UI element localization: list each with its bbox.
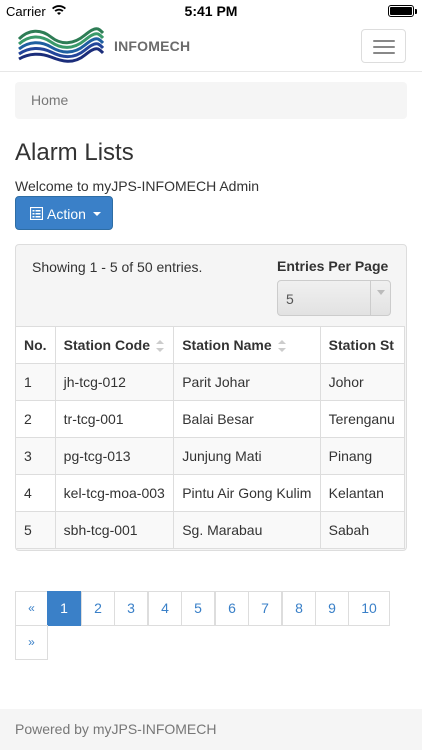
table-row[interactable]: 3 pg-tcg-013 Junjung Mati Pinang bbox=[16, 437, 406, 475]
table-row[interactable]: 2 tr-tcg-001 Balai Besar Terenganu bbox=[16, 400, 406, 438]
cell-station-name: Balai Besar bbox=[173, 400, 321, 438]
header-station-code[interactable]: Station Code bbox=[54, 326, 175, 364]
footer: Powered by myJPS-INFOMECH bbox=[0, 709, 422, 750]
hamburger-menu-icon bbox=[373, 40, 395, 42]
pagination-page-3[interactable]: 3 bbox=[114, 591, 148, 626]
pagination-page-8[interactable]: 8 bbox=[282, 591, 316, 626]
pagination-page-5[interactable]: 5 bbox=[181, 591, 215, 626]
header-station-state[interactable]: Station St bbox=[319, 326, 406, 364]
pagination-next[interactable]: » bbox=[15, 625, 48, 660]
cell-no: 5 bbox=[16, 511, 56, 549]
cell-station-name: Parit Johar bbox=[173, 363, 321, 401]
entries-per-page-value: 5 bbox=[286, 291, 294, 307]
cell-station-code: sbh-tcg-001 bbox=[54, 511, 175, 549]
breadcrumb: Home bbox=[15, 82, 407, 119]
caret-down-icon bbox=[93, 212, 101, 216]
cell-no: 2 bbox=[16, 400, 56, 438]
battery-icon bbox=[388, 5, 417, 17]
cell-station-code: jh-tcg-012 bbox=[54, 363, 175, 401]
header-no[interactable]: No. bbox=[16, 326, 56, 364]
header-station-name[interactable]: Station Name bbox=[173, 326, 321, 364]
pagination-page-7[interactable]: 7 bbox=[248, 591, 282, 626]
table-header-row: No. Station Code Station Name Station St bbox=[16, 326, 406, 364]
footer-text: Powered by myJPS-INFOMECH bbox=[15, 721, 217, 737]
wave-logo-icon[interactable] bbox=[17, 25, 105, 67]
list-alt-icon bbox=[30, 207, 43, 220]
page-title: Alarm Lists bbox=[15, 139, 134, 166]
pagination-page-1[interactable]: 1 bbox=[47, 591, 81, 626]
alarm-table: No. Station Code Station Name Station St… bbox=[16, 326, 406, 549]
table-row[interactable]: 1 jh-tcg-012 Parit Johar Johor bbox=[16, 363, 406, 401]
brand-name[interactable]: INFOMECH bbox=[114, 38, 190, 54]
cell-station-state: Sabah bbox=[319, 511, 406, 549]
pagination-prev[interactable]: « bbox=[15, 591, 48, 626]
cell-no: 3 bbox=[16, 437, 56, 475]
pagination-page-2[interactable]: 2 bbox=[81, 591, 115, 626]
action-dropdown-button[interactable]: Action bbox=[15, 196, 113, 230]
cell-station-state: Johor bbox=[319, 363, 406, 401]
hamburger-menu-button[interactable] bbox=[361, 29, 406, 63]
breadcrumb-home[interactable]: Home bbox=[31, 92, 68, 108]
welcome-text: Welcome to myJPS-INFOMECH Admin bbox=[15, 178, 260, 194]
cell-station-state: Kelantan bbox=[319, 474, 406, 512]
pagination-page-4[interactable]: 4 bbox=[148, 591, 182, 626]
navbar: INFOMECH bbox=[0, 22, 422, 72]
pagination-page-9[interactable]: 9 bbox=[315, 591, 349, 626]
cell-station-name: Junjung Mati bbox=[173, 437, 321, 475]
alarm-list-panel: Showing 1 - 5 of 50 entries. Entries Per… bbox=[15, 244, 407, 551]
action-label: Action bbox=[47, 206, 86, 222]
entries-per-page-select[interactable]: 5 bbox=[277, 280, 391, 316]
pagination: « 1 2 3 4 5 6 7 8 9 10 » bbox=[15, 591, 407, 661]
cell-station-code: pg-tcg-013 bbox=[54, 437, 175, 475]
cell-station-state: Pinang bbox=[319, 437, 406, 475]
table-row[interactable]: 5 sbh-tcg-001 Sg. Marabau Sabah bbox=[16, 511, 406, 549]
cell-station-name: Pintu Air Gong Kulim bbox=[173, 474, 321, 512]
cell-station-code: tr-tcg-001 bbox=[54, 400, 175, 438]
entries-per-page-label: Entries Per Page bbox=[277, 258, 389, 274]
pagination-page-10[interactable]: 10 bbox=[348, 591, 390, 626]
entries-summary: Showing 1 - 5 of 50 entries. bbox=[32, 259, 203, 275]
clock: 5:41 PM bbox=[184, 3, 238, 19]
cell-station-code: kel-tcg-moa-003 bbox=[54, 474, 175, 512]
sort-icon bbox=[156, 340, 164, 353]
status-bar: Carrier 5:41 PM bbox=[0, 0, 422, 22]
sort-icon bbox=[277, 340, 286, 353]
cell-station-name: Sg. Marabau bbox=[173, 511, 321, 549]
pagination-page-6[interactable]: 6 bbox=[215, 591, 249, 626]
chevron-down-icon bbox=[377, 290, 385, 295]
cell-no: 4 bbox=[16, 474, 56, 512]
cell-station-state: Terenganu bbox=[319, 400, 406, 438]
table-row[interactable]: 4 kel-tcg-moa-003 Pintu Air Gong Kulim K… bbox=[16, 474, 406, 512]
cell-no: 1 bbox=[16, 363, 56, 401]
